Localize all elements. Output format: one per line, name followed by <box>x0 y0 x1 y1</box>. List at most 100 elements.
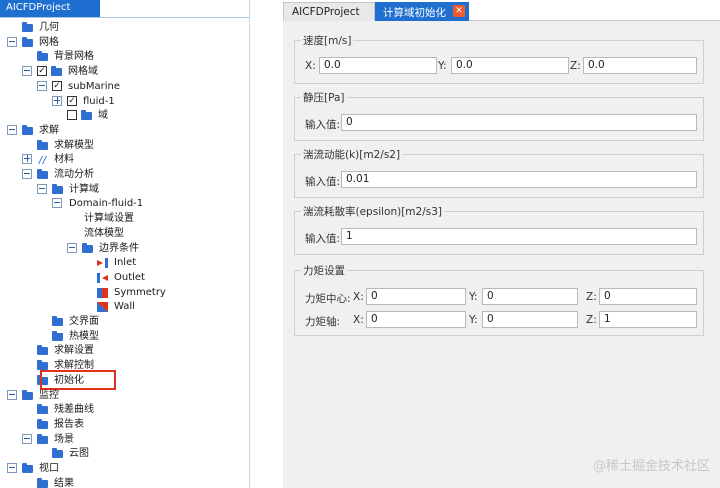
tree-item-label: 流体模型 <box>84 227 124 239</box>
tree-item[interactable]: 场景 <box>0 432 248 447</box>
moment-axis-z-input[interactable]: 1 <box>599 311 697 328</box>
velocity-z-input[interactable]: 0.0 <box>583 57 697 74</box>
tree-item[interactable]: 视口 <box>0 461 248 476</box>
collapse-icon[interactable] <box>22 66 32 77</box>
folder-icon <box>52 316 63 326</box>
collapse-icon[interactable] <box>37 80 47 91</box>
tree-item[interactable]: Domain-fluid-1 <box>0 196 248 211</box>
moment-center-z-label: Z: <box>586 291 597 303</box>
collapse-icon[interactable] <box>67 242 77 253</box>
tree-item[interactable]: Wall <box>0 299 248 314</box>
velocity-z-label: Z: <box>570 60 581 72</box>
tree-item[interactable]: 流体模型 <box>0 226 248 241</box>
tree-item[interactable]: 结果 <box>0 476 248 488</box>
pressure-input[interactable]: 0 <box>341 114 697 131</box>
tree-item[interactable]: 网格 <box>0 35 248 50</box>
tree-item-label: Inlet <box>114 257 137 269</box>
tree-item-label: Outlet <box>114 271 145 283</box>
collapse-icon[interactable] <box>7 124 17 135</box>
tree-item[interactable]: 计算域 <box>0 182 248 197</box>
moment-group: 力矩设置 力矩中心: X: 0 Y: 0 Z: 0 力矩轴: X: 0 Y: 0… <box>294 263 704 336</box>
material-icon <box>37 155 48 165</box>
collapse-icon[interactable] <box>22 169 32 179</box>
moment-axis-y-input[interactable]: 0 <box>482 311 578 328</box>
tree-item[interactable]: ✓ 网格域 <box>0 64 248 79</box>
expand-icon[interactable] <box>52 95 62 106</box>
folder-icon <box>82 242 93 253</box>
checkbox[interactable] <box>67 110 77 121</box>
tree-item-label: 流动分析 <box>54 169 94 180</box>
checkbox[interactable]: ✓ <box>67 95 77 106</box>
velocity-group: 速度[m/s] X: 0.0 Y: 0.0 Z: 0.0 <box>294 33 704 84</box>
collapse-icon[interactable] <box>7 389 17 400</box>
tree-item[interactable]: 初始化 <box>0 369 248 390</box>
tree-item[interactable]: 残差曲线 <box>0 402 248 417</box>
tree-item[interactable]: 几何 <box>0 20 248 35</box>
tree-item[interactable]: Outlet <box>0 270 248 285</box>
tree-item[interactable]: 求解控制 <box>0 358 248 373</box>
tree-item[interactable]: 流动分析 <box>0 167 248 182</box>
tree-item[interactable]: 交界面 <box>0 314 248 329</box>
moment-axis-x-input[interactable]: 0 <box>366 311 466 328</box>
checkbox[interactable]: ✓ <box>37 66 47 77</box>
folder-icon <box>22 36 33 47</box>
tree-item[interactable]: 云图 <box>0 446 248 461</box>
symmetry-icon <box>97 287 108 298</box>
tree-item-label: 求解 <box>39 124 59 136</box>
expand-icon[interactable] <box>22 154 32 165</box>
collapse-icon[interactable] <box>37 183 47 194</box>
moment-axis-z-label: Z: <box>586 314 597 326</box>
tree-item[interactable]: 求解模型 <box>0 138 248 153</box>
checkbox[interactable]: ✓ <box>52 80 62 91</box>
collapse-icon[interactable] <box>22 433 32 444</box>
wall-icon <box>97 302 108 313</box>
tree-item[interactable]: Inlet <box>0 255 248 270</box>
editor-tabbar: AICFDProject 计算域初始化 ✕ <box>283 0 720 21</box>
collapse-icon[interactable] <box>52 198 62 209</box>
tree-item-label: 计算域 <box>69 183 99 195</box>
tree-item[interactable]: 域 <box>0 108 248 123</box>
tree-item[interactable]: 求解 <box>0 123 248 138</box>
tree-item-label: 边界条件 <box>99 242 139 254</box>
tab-aicfdproject[interactable]: AICFDProject <box>283 2 375 21</box>
tree-item-label: Symmetry <box>114 286 166 298</box>
tree-item[interactable]: ✓ fluid-1 <box>0 94 248 109</box>
moment-axis-x-label: X: <box>353 314 364 326</box>
tree-item[interactable]: ✓ subMarine <box>0 79 248 94</box>
folder-icon <box>51 66 62 77</box>
tree-item[interactable]: 背景网格 <box>0 49 248 64</box>
project-tree-tab[interactable]: AICFDProject <box>0 0 100 17</box>
epsilon-input[interactable]: 1 <box>341 228 697 245</box>
collapse-icon[interactable] <box>7 36 17 47</box>
tke-title: 湍流动能(k)[m2/s2] <box>301 147 403 162</box>
collapse-icon[interactable] <box>7 463 17 473</box>
close-icon[interactable]: ✕ <box>453 5 465 17</box>
moment-center-x-input[interactable]: 0 <box>366 288 466 305</box>
folder-icon <box>37 139 48 150</box>
tree-item[interactable]: 报告表 <box>0 417 248 432</box>
tke-input[interactable]: 0.01 <box>341 171 697 188</box>
tree-item[interactable]: 计算域设置 <box>0 211 248 226</box>
inlet-icon <box>97 258 108 269</box>
tab-label: 计算域初始化 <box>383 7 446 19</box>
initialization-panel: AICFDProject 计算域初始化 ✕ 速度[m/s] X: 0.0 Y: … <box>283 0 720 488</box>
tree-item[interactable]: 边界条件 <box>0 241 248 256</box>
tab-label: AICFDProject <box>292 6 360 18</box>
tree-item-label: 视口 <box>39 463 59 474</box>
tree-item[interactable]: 热模型 <box>0 329 248 344</box>
tree-item[interactable]: Symmetry <box>0 285 248 300</box>
moment-center-z-input[interactable]: 0 <box>599 288 697 305</box>
tree-item[interactable]: 求解设置 <box>0 343 248 358</box>
tree-item[interactable]: 监控 <box>0 388 248 403</box>
tree-item-label: 残差曲线 <box>54 404 94 416</box>
velocity-y-input[interactable]: 0.0 <box>451 57 569 74</box>
tree-item-label: Domain-fluid-1 <box>69 198 144 210</box>
folder-icon <box>37 404 48 415</box>
moment-center-y-input[interactable]: 0 <box>482 288 578 305</box>
folder-icon <box>37 345 48 356</box>
tree-item[interactable]: 材料 <box>0 152 248 167</box>
tree-item-label: 几何 <box>39 22 59 33</box>
velocity-x-input[interactable]: 0.0 <box>319 57 437 74</box>
watermark: @稀土掘金技术社区 <box>592 459 710 474</box>
tree-item-label: 监控 <box>39 389 59 401</box>
